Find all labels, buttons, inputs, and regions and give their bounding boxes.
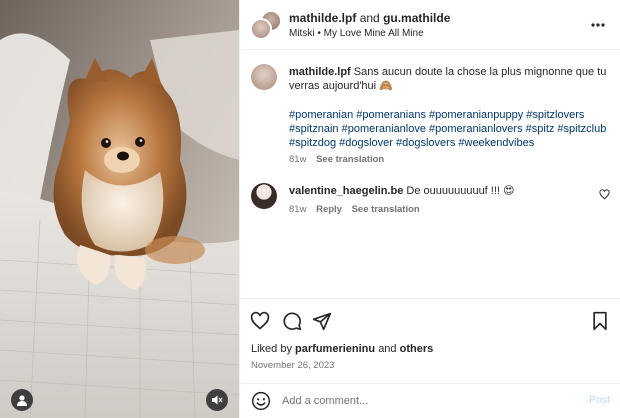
collab-avatars[interactable]	[250, 10, 284, 40]
comment-meta: 81w Reply See translation	[289, 204, 427, 215]
avatar[interactable]	[251, 64, 277, 90]
post-header: mathilde.lpf and gu.mathilde Mitski • My…	[240, 0, 620, 50]
avatar[interactable]	[251, 183, 277, 209]
likes-summary: Liked by parfumerieninu and others	[251, 343, 433, 355]
reply-button[interactable]: Reply	[316, 204, 342, 215]
heart-icon[interactable]	[250, 311, 270, 331]
more-options-button[interactable]	[590, 17, 606, 33]
share-icon[interactable]	[312, 311, 332, 331]
post-date[interactable]: November 26, 2023	[251, 360, 334, 371]
caption: mathilde.lpf Sans aucun doute la chose l…	[289, 65, 609, 93]
comment-like-icon[interactable]	[599, 189, 610, 200]
comment-age: 81w	[289, 204, 307, 215]
caption-meta: 81w See translation	[289, 154, 391, 165]
post-actions: Liked by parfumerieninu and others Novem…	[240, 298, 620, 418]
likes-prefix: Liked by	[251, 343, 292, 355]
comment: valentine_haegelin.be De ouuuuuuuuuf !!!…	[289, 184, 515, 198]
author-link[interactable]: mathilde.lpf	[289, 11, 356, 25]
comment-icon[interactable]	[282, 311, 302, 331]
add-comment-row: Post	[240, 383, 620, 418]
mute-button[interactable]	[206, 389, 228, 411]
instagram-post: mathilde.lpf and gu.mathilde Mitski • My…	[0, 0, 620, 418]
caption-hashtags[interactable]: #pomeranian #pomeranians #pomeranianpupp…	[289, 108, 609, 150]
user-icon	[17, 395, 27, 406]
author-link[interactable]: gu.mathilde	[383, 11, 450, 25]
see-translation-link[interactable]: See translation	[316, 154, 384, 165]
caption-username[interactable]: mathilde.lpf	[289, 66, 351, 78]
caption-age: 81w	[289, 154, 307, 165]
avatar	[250, 18, 272, 40]
bookmark-icon[interactable]	[590, 311, 610, 331]
comment-input[interactable]	[282, 391, 572, 411]
authors-joiner: and	[359, 11, 380, 25]
emoji-icon[interactable]	[251, 391, 271, 411]
tagged-users-button[interactable]	[11, 389, 33, 411]
likes-joiner: and	[378, 343, 397, 355]
liker-username[interactable]: parfumerieninu	[295, 343, 375, 355]
volume-mute-icon	[212, 395, 223, 405]
more-horizontal-icon	[591, 23, 605, 27]
audio-link[interactable]: Mitski • My Love Mine All Mine	[289, 28, 424, 39]
comment-text: De ouuuuuuuuuf !!! 😍	[406, 185, 515, 197]
post-details-panel: mathilde.lpf and gu.mathilde Mitski • My…	[239, 0, 620, 418]
likes-others-link[interactable]: others	[400, 343, 434, 355]
pomeranian-photo	[0, 0, 239, 418]
post-authors: mathilde.lpf and gu.mathilde	[289, 11, 450, 25]
post-media[interactable]	[0, 0, 239, 418]
post-comment-button[interactable]: Post	[589, 394, 610, 406]
comments-section: mathilde.lpf Sans aucun doute la chose l…	[240, 50, 620, 298]
see-translation-link[interactable]: See translation	[352, 204, 420, 215]
comment-username[interactable]: valentine_haegelin.be	[289, 185, 403, 197]
